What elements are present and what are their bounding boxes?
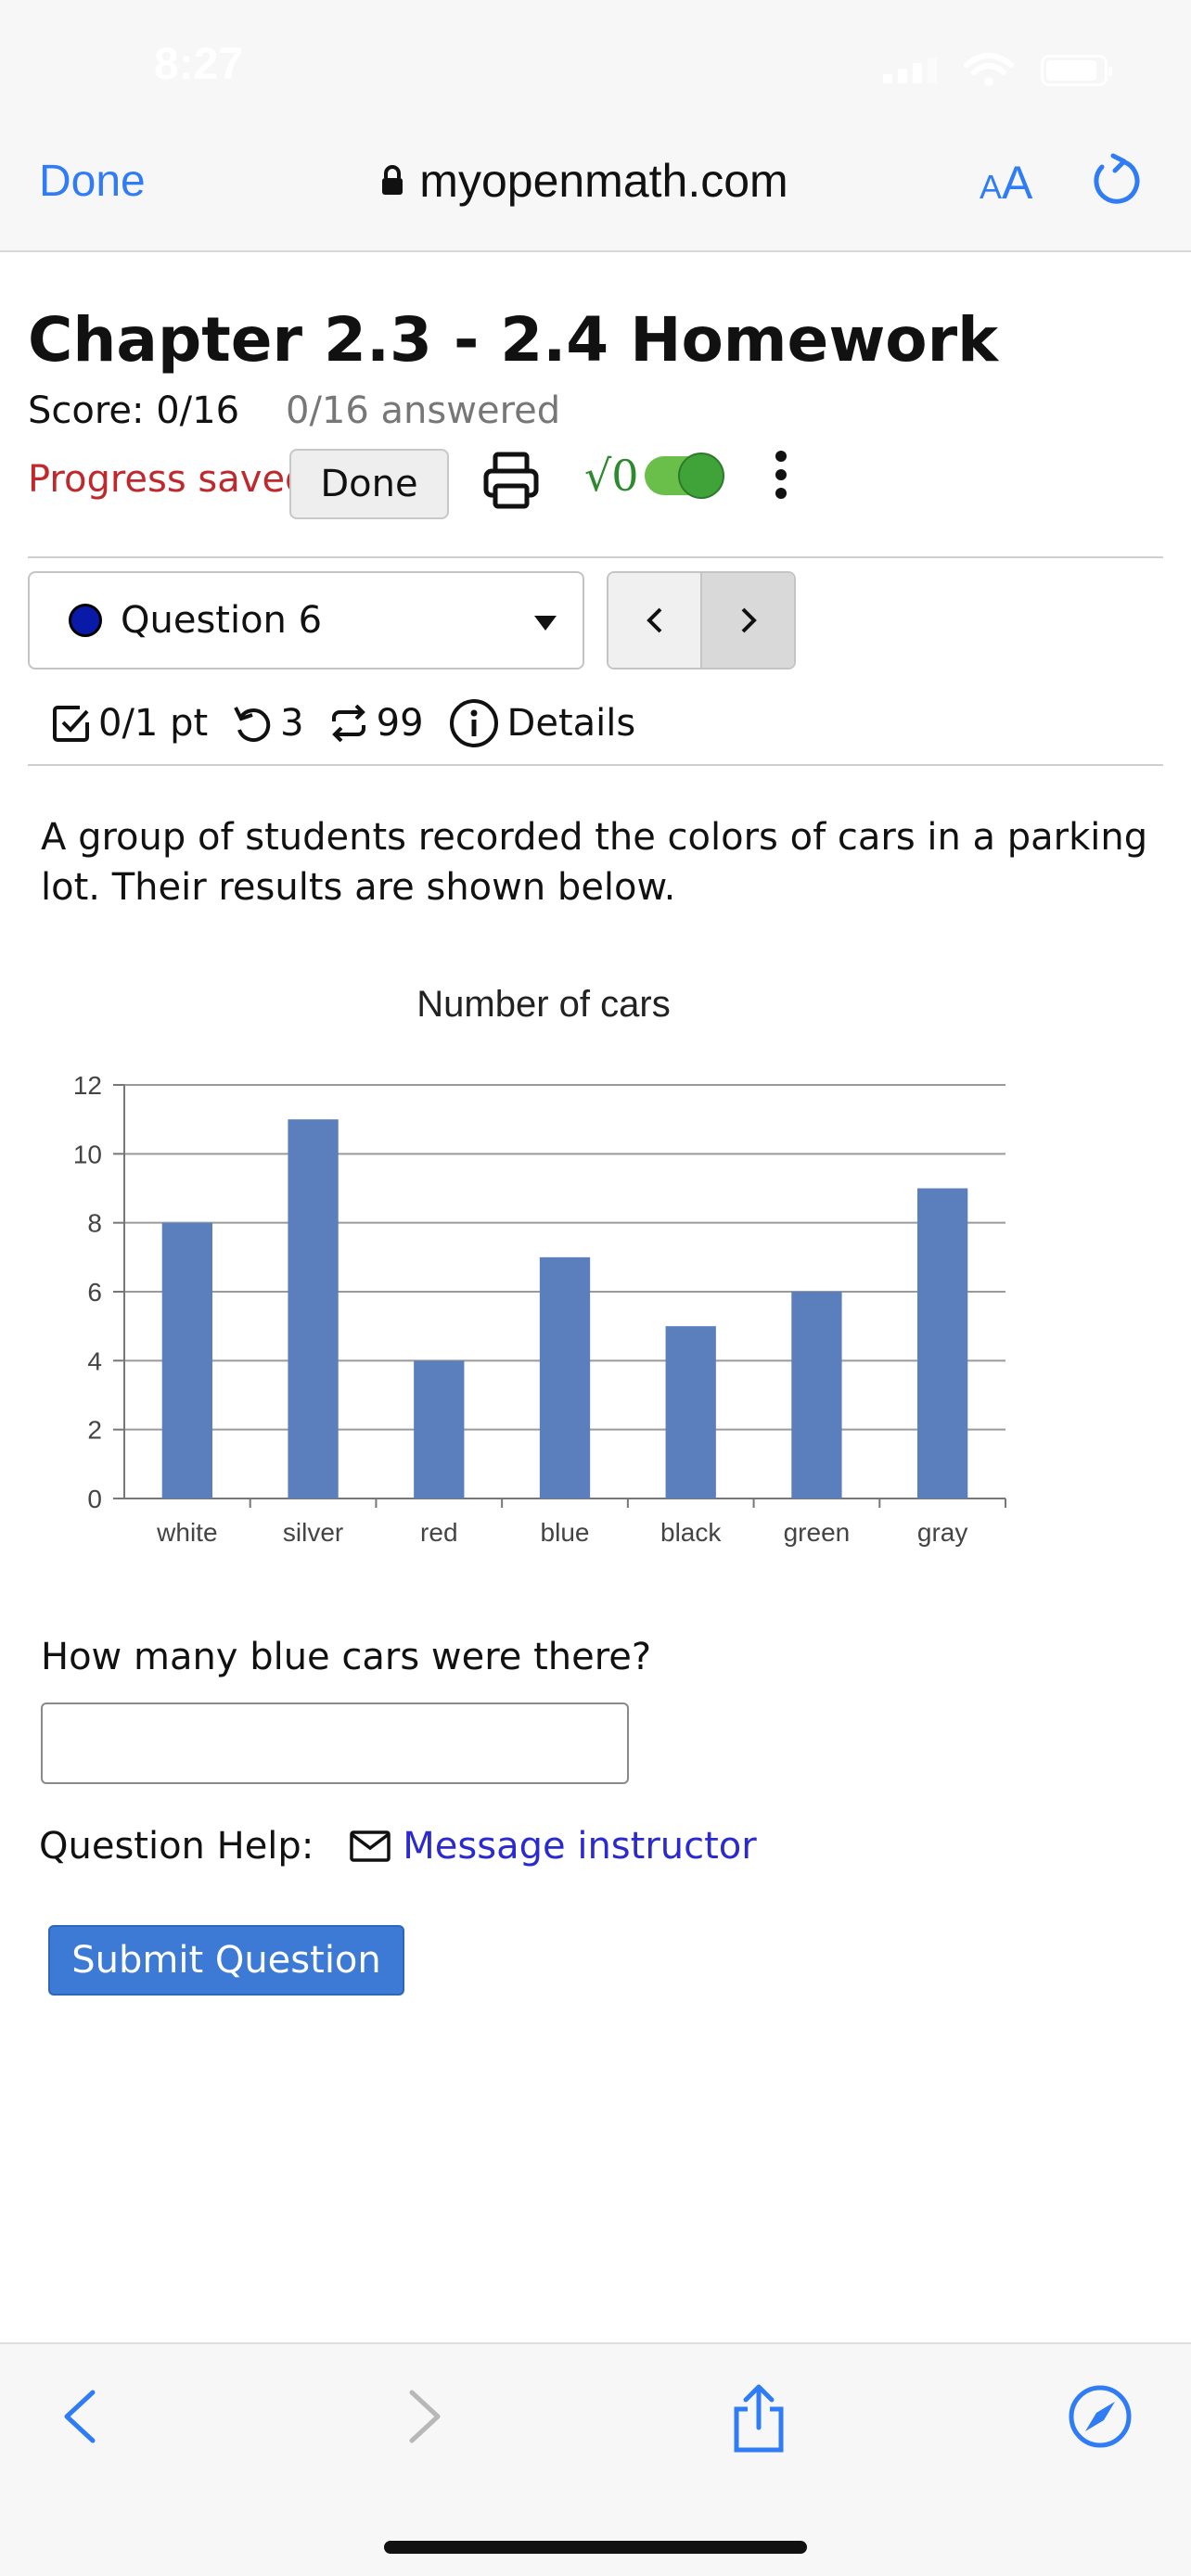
bar-silver xyxy=(288,1119,339,1498)
question-nav xyxy=(607,571,796,670)
y-tick-label: 8 xyxy=(87,1209,102,1238)
question-help: Question Help: Message instructor xyxy=(39,1825,757,1868)
status-icons xyxy=(883,52,1112,89)
battery-icon xyxy=(1041,55,1112,86)
question-help-label: Question Help: xyxy=(39,1825,314,1868)
home-indicator xyxy=(384,2541,807,2554)
chevron-left-icon xyxy=(646,607,661,633)
browser-done-button[interactable]: Done xyxy=(39,156,146,207)
toggle-switch[interactable] xyxy=(644,453,724,499)
checkbox-icon xyxy=(53,706,89,742)
retries-item: 3 xyxy=(232,702,304,745)
sqrt-icon: √0 xyxy=(584,451,639,501)
question-select[interactable]: Question 6 xyxy=(28,571,584,670)
x-tick-label: white xyxy=(156,1518,217,1547)
divider xyxy=(28,556,1163,558)
x-tick-label: silver xyxy=(283,1518,343,1547)
cellular-signal-icon xyxy=(883,57,937,83)
info-icon xyxy=(449,699,498,747)
answer-input[interactable] xyxy=(41,1702,629,1784)
print-icon[interactable] xyxy=(482,451,540,512)
bar-white xyxy=(161,1222,212,1498)
chevron-right-icon xyxy=(741,607,757,633)
reload-icon[interactable] xyxy=(1089,152,1141,208)
x-tick-label: green xyxy=(784,1518,851,1547)
question-status-dot-icon xyxy=(69,604,102,637)
wifi-icon xyxy=(964,53,1014,86)
x-tick-label: blue xyxy=(541,1518,590,1547)
browser-top-bar xyxy=(0,0,1191,252)
details-label: Details xyxy=(506,702,636,745)
submit-question-button[interactable]: Submit Question xyxy=(48,1925,404,1996)
y-tick-label: 0 xyxy=(87,1485,102,1513)
y-tick-label: 12 xyxy=(73,1071,102,1100)
lock-icon xyxy=(382,165,403,195)
chart-title: Number of cars xyxy=(416,984,670,1025)
back-icon[interactable] xyxy=(56,2383,104,2450)
compass-icon[interactable] xyxy=(1067,2383,1133,2450)
share-icon[interactable] xyxy=(727,2383,790,2454)
attempts-text: 99 xyxy=(376,702,424,745)
points-text: 0/1 pt xyxy=(98,702,209,745)
score-text: Score: 0/16 xyxy=(28,389,240,432)
page-title: Chapter 2.3 - 2.4 Homework xyxy=(28,304,999,376)
url-text: myopenmath.com xyxy=(419,155,788,207)
message-instructor-link[interactable]: Message instructor xyxy=(403,1825,756,1868)
address-bar[interactable]: myopenmath.com xyxy=(380,154,788,208)
bar-blue xyxy=(539,1256,591,1498)
x-tick-label: gray xyxy=(917,1518,967,1547)
x-tick-label: red xyxy=(420,1518,457,1547)
prev-question-button[interactable] xyxy=(608,573,702,668)
status-time: 8:27 xyxy=(154,40,244,89)
details-button[interactable]: Details xyxy=(448,697,636,749)
bar-gray xyxy=(917,1188,968,1498)
undo-icon xyxy=(234,707,271,743)
more-options-icon[interactable] xyxy=(775,451,787,499)
repeat-icon xyxy=(331,704,365,743)
attempts-item: 99 xyxy=(328,702,424,745)
math-entry-toggle[interactable]: √0 xyxy=(584,451,724,501)
y-tick-label: 4 xyxy=(87,1346,102,1375)
question-text: How many blue cars were there? xyxy=(41,1636,652,1678)
divider xyxy=(28,764,1163,766)
answered-count: 0/16 answered xyxy=(286,389,561,432)
bar-green xyxy=(791,1292,842,1498)
y-tick-label: 10 xyxy=(73,1140,102,1168)
y-tick-label: 2 xyxy=(87,1416,102,1445)
dropdown-caret-icon xyxy=(534,616,557,631)
question-meta: 0/1 pt 3 99 Details xyxy=(52,697,660,749)
done-button[interactable]: Done xyxy=(289,449,449,519)
text-size-button[interactable]: AA xyxy=(980,156,1032,210)
forward-icon[interactable] xyxy=(401,2383,449,2450)
mail-icon xyxy=(350,1830,391,1862)
bar-chart: Number of cars 0 2 4 6 8 10 12 white silver red b… xyxy=(73,984,1006,1547)
points-item: 0/1 pt xyxy=(52,702,208,745)
progress-saved-text: Progress saved xyxy=(28,458,309,501)
question-select-label: Question 6 xyxy=(121,599,323,642)
x-tick-label: black xyxy=(660,1518,722,1547)
y-tick-label: 6 xyxy=(87,1278,102,1307)
question-prompt: A group of students recorded the colors … xyxy=(41,816,1148,909)
next-question-button[interactable] xyxy=(702,573,794,668)
bar-red xyxy=(414,1360,465,1498)
retries-text: 3 xyxy=(280,702,304,745)
bar-black xyxy=(665,1326,716,1498)
